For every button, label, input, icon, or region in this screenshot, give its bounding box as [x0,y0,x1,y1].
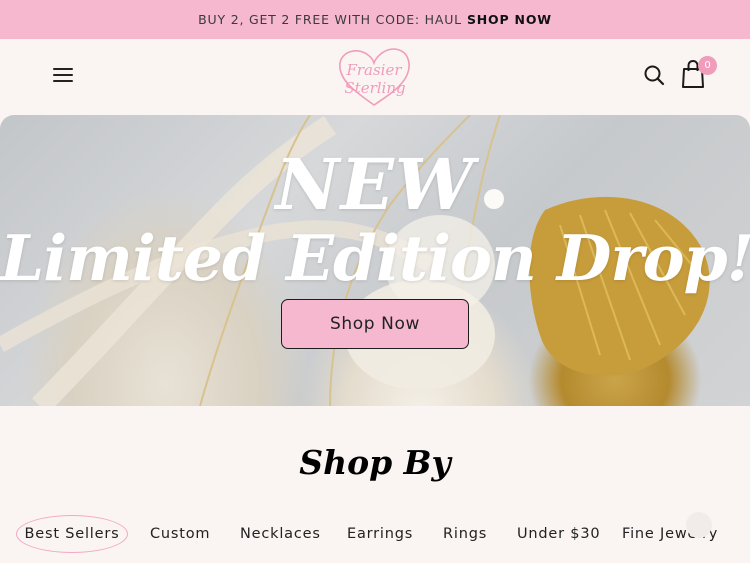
hero-heading-line2: Limited Edition Drop! [0,221,750,295]
shop-now-button[interactable]: Shop Now [281,299,469,349]
cart-count-badge: 0 [698,56,717,75]
hero-banner: NEW Limited Edition Drop! Shop Now [0,115,750,406]
category-necklaces[interactable]: Necklaces [240,515,321,553]
brand-logo[interactable]: Frasier Sterling [334,45,414,109]
logo-line2: Sterling [344,79,405,97]
category-tabs: Best Sellers Custom Necklaces Earrings R… [0,515,750,553]
announcement-text: BUY 2, GET 2 FREE WITH CODE: HAUL [198,12,462,27]
announcement-bar: BUY 2, GET 2 FREE WITH CODE: HAUL SHOP N… [0,0,750,39]
category-custom[interactable]: Custom [150,515,210,553]
site-header: Frasier Sterling 0 [0,39,750,115]
scroll-indicator [686,512,712,538]
logo-line1: Frasier [345,61,402,79]
search-icon[interactable] [643,64,665,86]
category-best-sellers[interactable]: Best Sellers [16,515,128,553]
category-earrings[interactable]: Earrings [347,515,413,553]
announcement-shop-now-link[interactable]: SHOP NOW [467,12,552,27]
hero-heading-line1: NEW [275,143,475,226]
hamburger-menu-icon[interactable] [53,67,75,85]
category-under-30[interactable]: Under $30 [517,515,600,553]
shop-by-heading: Shop By [299,443,451,482]
category-rings[interactable]: Rings [443,515,487,553]
